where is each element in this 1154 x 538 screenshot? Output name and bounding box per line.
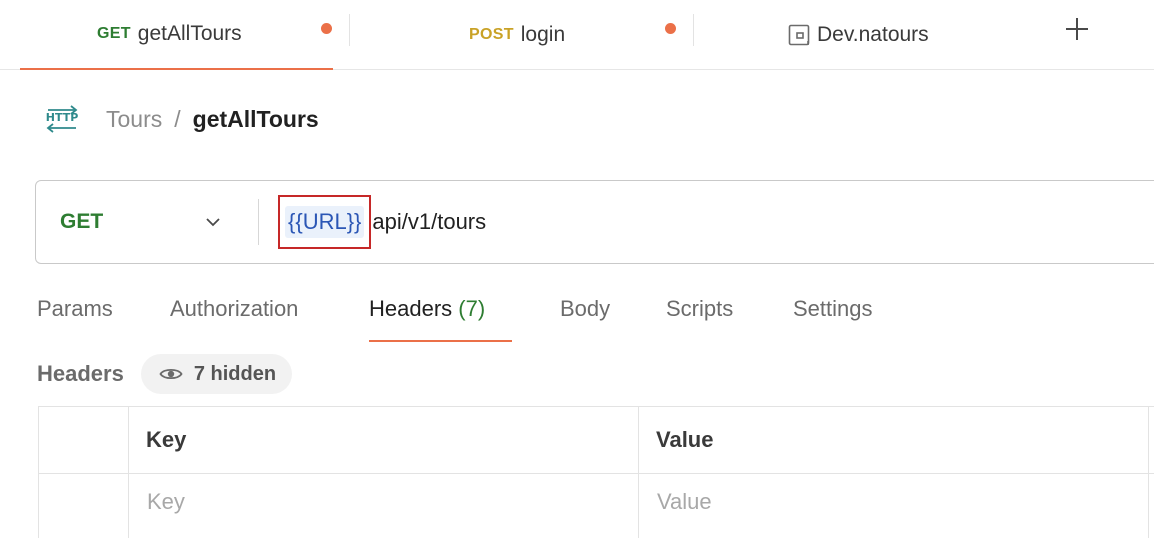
tab-params[interactable]: Params: [37, 288, 113, 342]
tab-headers-count: (7): [458, 296, 486, 321]
tab-headers-label: Headers: [369, 296, 453, 321]
variable-highlight-box: {{URL}}: [278, 195, 372, 249]
unsaved-dot-icon: [321, 23, 332, 34]
request-url-bar: GET {{URL}} api/v1/tours: [35, 180, 1154, 264]
plus-icon: [1066, 18, 1088, 40]
breadcrumb-parent[interactable]: Tours: [106, 106, 162, 133]
tab-body[interactable]: Body: [560, 288, 610, 342]
method-dropdown[interactable]: GET: [36, 181, 258, 263]
column-header-key: Key: [146, 427, 187, 452]
url-variable[interactable]: {{URL}}: [285, 206, 365, 238]
tab-headers[interactable]: Headers (7): [369, 288, 512, 342]
tab-method-get: GET: [97, 25, 131, 42]
tab-authorization[interactable]: Authorization: [170, 288, 298, 342]
breadcrumb-separator: /: [174, 105, 181, 132]
tab-login[interactable]: POST login: [351, 0, 693, 70]
method-label: GET: [60, 210, 104, 233]
table-row-divider: [39, 473, 1154, 474]
unsaved-dot-icon: [665, 23, 676, 34]
tab-environment[interactable]: Dev.natours: [695, 0, 1055, 70]
url-input[interactable]: {{URL}} api/v1/tours: [278, 195, 1154, 249]
tab-divider: [693, 14, 694, 46]
tab-name: getAllTours: [137, 22, 242, 45]
column-header-value: Value: [656, 427, 714, 452]
request-tab-bar: GET getAllTours POST login Dev.natours: [0, 0, 1154, 70]
http-icon: HTTP: [46, 105, 78, 133]
breadcrumb-current[interactable]: getAllTours: [193, 106, 319, 133]
headers-table: Key Value Key Value: [38, 406, 1154, 538]
url-divider: [258, 199, 259, 245]
headers-title: Headers: [37, 361, 124, 386]
tab-name: Dev.natours: [817, 23, 929, 46]
hidden-headers-label: 7 hidden: [193, 362, 277, 385]
hidden-headers-toggle[interactable]: 7 hidden: [140, 354, 293, 394]
tab-settings[interactable]: Settings: [793, 288, 873, 342]
breadcrumb: HTTP Tours / getAllTours: [44, 97, 319, 141]
url-path: api/v1/tours: [372, 209, 487, 234]
value-input[interactable]: Value: [657, 489, 712, 515]
eye-icon: [159, 368, 183, 380]
tab-scripts[interactable]: Scripts: [666, 288, 733, 342]
headers-section-header: Headers 7 hidden: [37, 354, 293, 394]
tab-method-post: POST: [469, 26, 514, 43]
tab-name: login: [520, 23, 566, 46]
key-input[interactable]: Key: [147, 489, 185, 515]
chevron-down-icon: [206, 218, 220, 227]
tab-get-all-tours[interactable]: GET getAllTours: [20, 0, 333, 70]
environment-icon: [788, 24, 810, 46]
add-tab-button[interactable]: [1062, 14, 1092, 44]
tab-divider: [349, 14, 350, 46]
